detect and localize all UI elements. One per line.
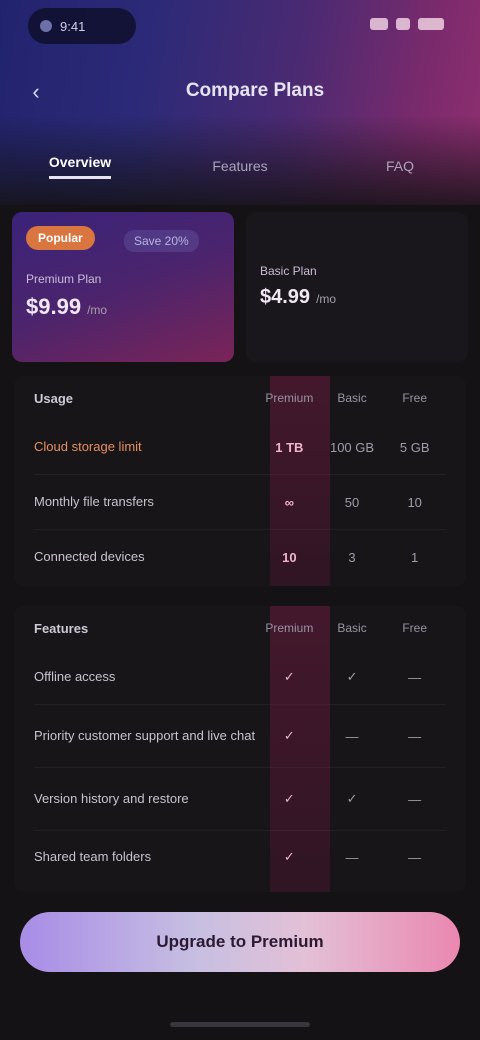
- cell-free: 10: [407, 494, 422, 510]
- cell-free: 5 GB: [399, 439, 430, 455]
- page-title: Compare Plans: [185, 80, 325, 101]
- cell-premium: ∞: [284, 494, 294, 510]
- table-row: Priority customer support and live chat …: [14, 705, 466, 767]
- row-label: Monthly file transfers: [34, 494, 154, 509]
- premium-plan-card[interactable]: Popular Save 20% Premium Plan $9.99/mo: [12, 212, 234, 362]
- back-button[interactable]: ‹: [22, 78, 50, 106]
- column-header-basic: Basic: [337, 391, 367, 405]
- row-label: Priority customer support and live chat: [34, 728, 256, 743]
- row-label: Offline access: [34, 669, 116, 684]
- price-value: $4.99: [260, 286, 311, 308]
- cell-free: —: [408, 669, 422, 685]
- table-row: Version history and restore ✓ ✓ —: [14, 768, 466, 830]
- column-header-basic: Basic: [337, 621, 367, 635]
- cell-premium: ✓: [283, 669, 295, 684]
- basic-plan-card[interactable]: Basic Plan $4.99/mo: [246, 212, 468, 362]
- row-label: Connected devices: [34, 549, 145, 564]
- popular-badge: Popular: [26, 226, 95, 250]
- column-header-premium: Premium: [265, 391, 314, 405]
- cell-premium: 10: [282, 549, 297, 565]
- status-icons: [370, 18, 444, 30]
- table-row: Connected devices 10 3 1: [14, 530, 466, 584]
- upgrade-button[interactable]: Upgrade to Premium: [20, 912, 460, 972]
- cell-premium: ✓: [283, 791, 295, 806]
- features-section: Features Premium Basic Free Offline acce…: [14, 606, 466, 892]
- tab-label: Features: [212, 158, 268, 174]
- plan-price: $9.99/mo: [26, 294, 220, 320]
- status-time: 9:41: [60, 18, 86, 34]
- status-dot-icon: [40, 20, 52, 32]
- plan-cards: Popular Save 20% Premium Plan $9.99/mo B…: [12, 212, 468, 362]
- cell-premium: ✓: [283, 849, 295, 864]
- cell-basic: 3: [348, 549, 356, 565]
- table-row: Offline access ✓ ✓ —: [14, 650, 466, 704]
- column-header-free: Free: [402, 391, 428, 405]
- tab-features[interactable]: Features: [160, 140, 320, 192]
- cell-premium: ✓: [283, 728, 295, 743]
- cell-basic: 50: [344, 494, 360, 510]
- row-label: Cloud storage limit: [34, 439, 142, 454]
- price-value: $9.99: [26, 294, 82, 319]
- cell-basic: 100 GB: [329, 439, 375, 455]
- section-header: Features Premium Basic Free: [14, 606, 466, 650]
- wifi-icon: [396, 18, 410, 30]
- cell-free: 1: [411, 549, 419, 565]
- cell-premium: 1 TB: [275, 439, 304, 455]
- cell-basic: —: [345, 849, 359, 865]
- row-label: Shared team folders: [34, 849, 152, 864]
- save-badge: Save 20%: [124, 230, 199, 252]
- cell-basic: ✓: [346, 791, 358, 806]
- row-label: Version history and restore: [34, 791, 189, 806]
- cell-free: —: [408, 849, 422, 865]
- section-header: Usage Premium Basic Free: [14, 376, 466, 420]
- battery-icon: [418, 18, 444, 30]
- usage-section: Usage Premium Basic Free Cloud storage l…: [14, 376, 466, 586]
- cell-basic: ✓: [346, 669, 358, 684]
- status-pill: 9:41: [28, 8, 136, 44]
- plan-price: $4.99/mo: [260, 286, 454, 309]
- tab-bar: Overview Features FAQ: [0, 140, 480, 192]
- table-row: Shared team folders ✓ — —: [14, 831, 466, 883]
- plan-name: Premium Plan: [26, 272, 102, 286]
- table-row: Monthly file transfers ∞ 50 10: [14, 475, 466, 529]
- section-title: Usage: [34, 390, 74, 406]
- column-header-premium: Premium: [265, 621, 314, 635]
- tab-overview[interactable]: Overview: [0, 140, 160, 192]
- section-title: Features: [34, 620, 89, 636]
- tab-label: Overview: [48, 154, 112, 179]
- cell-free: —: [408, 728, 422, 744]
- table-row: Cloud storage limit 1 TB 100 GB 5 GB: [14, 420, 466, 474]
- price-unit: /mo: [87, 303, 108, 317]
- column-header-free: Free: [402, 621, 428, 635]
- tab-label: FAQ: [385, 158, 414, 174]
- home-indicator: [170, 1022, 310, 1027]
- plan-name: Basic Plan: [260, 264, 317, 278]
- price-unit: /mo: [316, 292, 337, 306]
- cell-free: —: [408, 791, 422, 807]
- signal-icon: [370, 18, 388, 30]
- cell-basic: —: [345, 728, 359, 744]
- tab-faq[interactable]: FAQ: [320, 140, 480, 192]
